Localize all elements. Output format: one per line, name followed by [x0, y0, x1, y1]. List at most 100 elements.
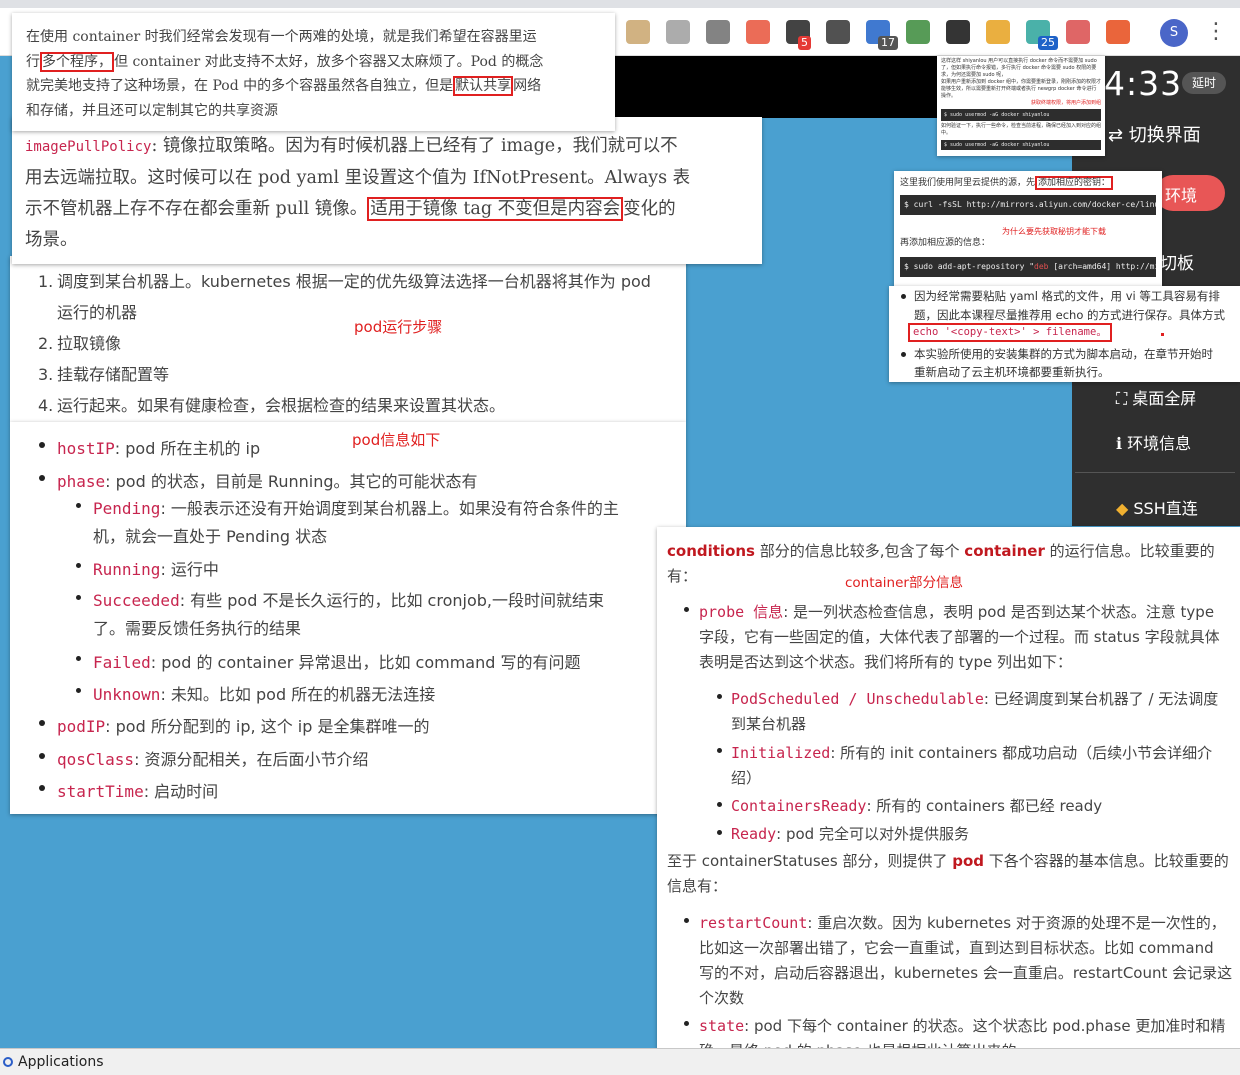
compass-icon[interactable]: [706, 20, 730, 44]
bullet: [901, 352, 906, 357]
annotation: 为什么要先获取秘钥才能下载: [1002, 227, 1106, 236]
ssh-label: SSH直连: [1133, 499, 1198, 518]
field-qosClass: qosClass: 资源分配相关，在后面小节介绍: [57, 750, 369, 769]
code-block: $ sudo add-apt-repository "deb [arch=amd…: [900, 257, 1156, 277]
profile-avatar[interactable]: S: [1160, 19, 1188, 47]
vector-icon[interactable]: [746, 20, 770, 44]
step-text: 挂载存储配置等: [57, 365, 170, 384]
field-restartCount: restartCount: 重启次数。因为 kubernetes 对于资源的处理…: [699, 914, 1233, 1007]
text-line: 和存储，并且还可以定制其它的共享资源: [26, 102, 278, 119]
image-pull-policy-note: imagePullPolicy: 镜像拉取策略。因为有时候机器上已经有了 ima…: [12, 117, 762, 264]
office-icon[interactable]: [1106, 20, 1130, 44]
bullet: [901, 294, 906, 299]
phase-running: Running: 运行中: [93, 560, 219, 579]
field-hostIP: hostIP: pod 所在主机的 ip: [57, 439, 261, 458]
extension-avatar-icon[interactable]: [626, 20, 650, 44]
field-startTime: startTime: 启动时间: [57, 782, 219, 801]
clipboard-button[interactable]: 切板: [1160, 249, 1194, 274]
ssh-button[interactable]: ◆ SSH直连: [1116, 495, 1198, 519]
container-conditions-note: conditions 部分的信息比较多,包含了每个 container 的运行信…: [657, 527, 1240, 1075]
code-block: $ sudo usermod -aG docker shiyanlou: [941, 109, 1101, 121]
expand-icon: ⛶: [1116, 389, 1133, 408]
text-line: imagePullPolicy: 镜像拉取策略。因为有时候机器上已经有了 ima…: [25, 136, 678, 156]
bullet: [717, 802, 722, 807]
bullet: [717, 748, 722, 753]
field-phase: phase: pod 的状态，目前是 Running。其它的可能状态有: [57, 472, 478, 491]
snippet-text: 如果用户重新添加到 docker 组中，你需要重新登录，刚刚添加的权限才能够生效…: [941, 79, 1102, 99]
bullet: [684, 607, 689, 612]
cond-containers-ready: ContainersReady: 所有的 containers 都已经 read…: [731, 797, 1103, 815]
applications-icon[interactable]: [3, 1057, 13, 1067]
applications-menu[interactable]: Applications: [18, 1054, 104, 1070]
apps-grid-icon[interactable]: [826, 20, 850, 44]
pod-info-list: pod信息如下 hostIP: pod 所在主机的 ip phase: pod …: [10, 422, 686, 814]
badge-count: 5: [798, 36, 811, 50]
seven-icon[interactable]: [946, 20, 970, 44]
text-line: conditions 部分的信息比较多,包含了每个 container 的运行信…: [667, 542, 1215, 560]
code-inline: echo '<copy-text>' > filename。: [908, 323, 1112, 342]
phase-failed: Failed: pod 的 container 异常退出，比如 command …: [93, 653, 581, 672]
bullet: [76, 688, 81, 693]
text-line: 行多个程序，但 container 对此支持不太好，放多个容器又太麻烦了。Pod…: [26, 51, 544, 72]
bullet: [76, 656, 81, 661]
snippet-text: 这样这样 shiyanlou 用户可以直接执行 docker 命令而不需要加 s…: [941, 58, 1097, 78]
field-probe: probe 信息: 是一列状态检查信息，表明 pod 是否到达某个状态。注意 t…: [699, 603, 1220, 671]
annotation-pod-steps: pod运行步骤: [354, 318, 443, 336]
step-item: 4. 运行起来。如果有健康检查，会根据检查的结果来设置其状态。: [38, 390, 676, 421]
grid-x-icon[interactable]: [1066, 20, 1090, 44]
snippet-text: 如何验证一下，执行一些命令，检查当前进程，确保已经加入到对应的组中。: [941, 123, 1102, 136]
bullet: [39, 753, 45, 759]
browser-menu-icon[interactable]: ⋮: [1205, 17, 1227, 47]
env-info-button[interactable]: ℹ 环境信息: [1116, 430, 1191, 454]
cond-initialized: Initialized: 所有的 init containers 都成功启动（后…: [731, 744, 1213, 787]
badge-count: 25: [1038, 36, 1058, 50]
snippet-docker-group: 这样这样 shiyanlou 用户可以直接执行 docker 命令而不需要加 s…: [937, 56, 1105, 156]
bullet: [76, 563, 81, 568]
step-number: 3.: [38, 365, 54, 384]
field-podIP: podIP: pod 所分配到的 ip, 这个 ip 是全集群唯一的: [57, 717, 430, 736]
bullet: [76, 503, 81, 508]
annotation-container: container部分信息: [845, 575, 963, 591]
step-text: 运行起来。如果有健康检查，会根据检查的结果来设置其状态。: [57, 396, 506, 415]
snippet-line: 这里我们使用阿里云提供的源，先 添加相应的密钥：: [900, 175, 1114, 190]
bullet: [39, 442, 45, 448]
pod-run-steps: 1. 调度到某台机器上。kubernetes 根据一定的优先级算法选择一台机器将其…: [10, 256, 686, 422]
leaf-icon[interactable]: [906, 20, 930, 44]
env-info-label: 环境信息: [1127, 434, 1192, 453]
bullet: [76, 595, 81, 600]
text-line: 用去远端拉取。这时候可以在 pod yaml 里设置这个值为 IfNotPres…: [25, 168, 691, 188]
text-line: 在使用 container 时我们经常会发现有一个两难的处境，就是我们希望在容器…: [26, 29, 537, 45]
code-block: $ sudo usermod -aG docker shiyanlou: [941, 140, 1101, 150]
diamond-icon: ◆: [1116, 499, 1134, 518]
fullscreen-label: 桌面全屏: [1132, 389, 1197, 408]
tip-text: 因为经常需要粘贴 yaml 格式的文件，用 vi 等工具容易有排 题，因此本课程尽…: [914, 289, 1226, 322]
red-mark: [1161, 333, 1164, 336]
phase-pending: Pending: 一般表示还没有开始调度到某台机器上。如果没有符合条件的主 机，就…: [93, 499, 619, 546]
cond-ready: Ready: pod 完全可以对外提供服务: [731, 825, 969, 843]
step-item: 3. 挂载存储配置等: [38, 359, 676, 390]
text-line: 示不管机器上存不存在都会重新 pull 镜像。 适用于镜像 tag 不变但是内容会…: [25, 197, 676, 221]
bullet: [39, 785, 45, 791]
text-line: 场景。: [25, 230, 78, 250]
color-ring-icon[interactable]: [986, 20, 1010, 44]
env-button-label: 环境: [1165, 186, 1198, 205]
document-icon[interactable]: [666, 20, 690, 44]
taskbar: [0, 1048, 1240, 1075]
code-block: $ curl -fsSL http://mirrors.aliyun.com/d…: [900, 195, 1156, 215]
bullet: [684, 918, 689, 923]
annotation-pod-info: pod信息如下: [352, 431, 441, 449]
cond-scheduled: PodScheduled / Unschedulable: 已经调度到某台机器了…: [731, 690, 1219, 733]
fullscreen-button[interactable]: ⛶ 桌面全屏: [1116, 385, 1196, 409]
env-button[interactable]: 环境: [1155, 175, 1225, 211]
snippet-line: 再添加相应源的信息：: [900, 238, 991, 248]
phase-succeeded: Succeeded: 有些 pod 不是长久运行的，比如 cronjob,一段时…: [93, 591, 604, 638]
tab-strip: [0, 0, 1240, 8]
divider: [1075, 472, 1235, 473]
step-number: 1.: [38, 272, 54, 291]
badge-count: 17: [878, 36, 898, 50]
bullet: [717, 694, 722, 699]
delay-button[interactable]: 延时: [1182, 72, 1226, 94]
switch-view-button[interactable]: ⇄ 切换界面: [1108, 121, 1201, 147]
text-line: 有：: [667, 567, 698, 585]
pod-concept-note: 在使用 container 时我们经常会发现有一个两难的处境，就是我们希望在容器…: [12, 13, 615, 131]
